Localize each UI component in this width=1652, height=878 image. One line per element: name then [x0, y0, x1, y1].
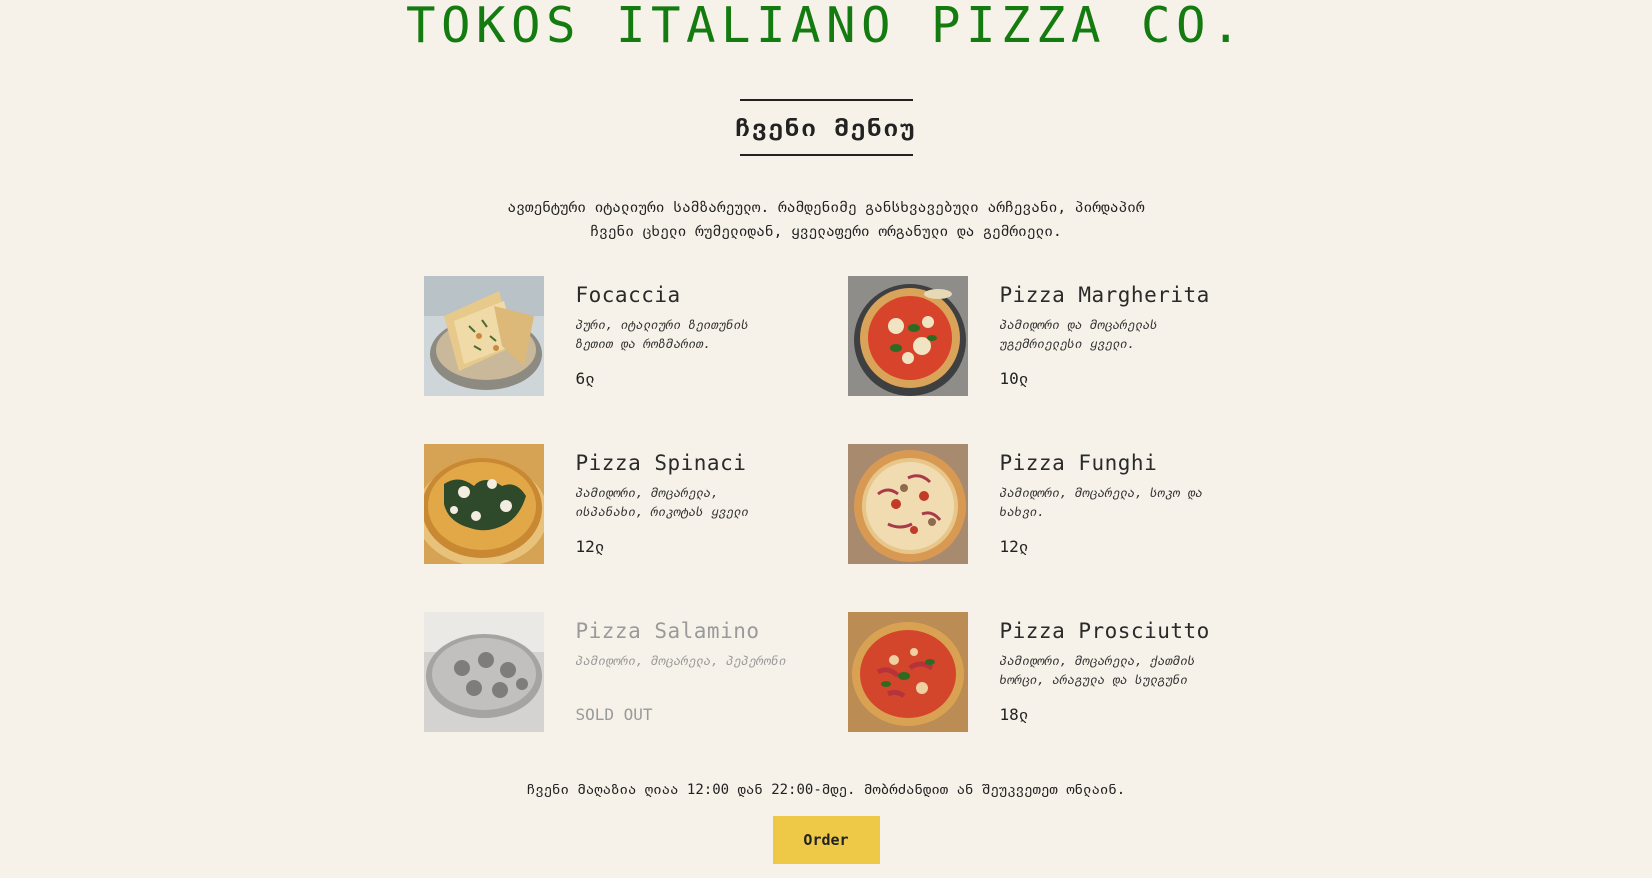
menu-item-body: Pizza Salamino პამიდორი, მოცარელა, პეპერ… [576, 612, 791, 724]
menu-item-salamino: Pizza Salamino პამიდორი, მოცარელა, პეპერ… [423, 612, 848, 732]
item-name: Pizza Funghi [999, 451, 1158, 475]
item-name: Pizza Salamino [575, 619, 760, 643]
item-description: პამიდორი, მოცარელა, ისპანახი, რიკოტას ყვ… [575, 485, 749, 519]
spinaci-photo [423, 444, 544, 564]
item-price: 12ლ [575, 537, 605, 556]
menu-heading: ჩვენი მენიუ [736, 99, 914, 156]
item-name: Pizza Prosciutto [999, 619, 1210, 643]
site-title: TOKOS ITALIANO PIZZA CO. [406, 0, 1247, 54]
item-description: პამიდორი და მოცარელას უგემრიელესი ყველი. [999, 317, 1158, 351]
menu-item-prosciutto: Pizza Prosciutto პამიდორი, მოცარელა, ქათ… [847, 612, 1229, 732]
site-header: TOKOS ITALIANO PIZZA CO. [406, 0, 1241, 56]
menu-intro: ავთენტური იტალიური სამზარეულო. რამდენიმე… [507, 200, 1145, 240]
item-name: Pizza Margherita [999, 283, 1210, 307]
item-description: პამიდორი, მოცარელა, სოკო და ხახვი. [999, 485, 1203, 519]
margherita-photo [847, 276, 968, 396]
item-price: 12ლ [999, 537, 1029, 556]
item-price: 6ლ [575, 369, 595, 388]
menu-item-body: Pizza Margherita პამიდორი და მოცარელას უ… [1000, 276, 1215, 388]
prosciutto-photo [847, 612, 968, 732]
item-name: Pizza Spinaci [575, 451, 747, 475]
menu-grid: Focaccia პური, იტალიური ზეითუნის ზეთით დ… [423, 276, 1229, 732]
menu-item-body: Focaccia პური, იტალიური ზეითუნის ზეთით დ… [576, 276, 791, 388]
item-description: პამიდორი, მოცარელა, ქათმის ხორცი, არაგულ… [999, 653, 1196, 687]
menu-item-body: Pizza Spinaci პამიდორი, მოცარელა, ისპანა… [576, 444, 791, 556]
funghi-photo [847, 444, 968, 564]
item-description: პური, იტალიური ზეითუნის ზეთით და როზმარი… [575, 317, 749, 351]
order-button[interactable]: Order [772, 816, 880, 864]
menu-item-funghi: Pizza Funghi პამიდორი, მოცარელა, სოკო და… [847, 444, 1229, 564]
salamino-photo [423, 612, 544, 732]
menu-item-body: Pizza Prosciutto პამიდორი, მოცარელა, ქათ… [1000, 612, 1215, 724]
item-name: Focaccia [575, 283, 681, 307]
item-price: 10ლ [999, 369, 1029, 388]
sold-out-label: SOLD OUT [575, 705, 653, 724]
menu-item-focaccia: Focaccia პური, იტალიური ზეითუნის ზეთით დ… [423, 276, 848, 396]
opening-hours: ჩვენი მაღაზია ღიაა 12:00 დან 22:00-მდე. … [526, 782, 1126, 798]
item-price: 18ლ [999, 705, 1029, 724]
item-description: პამიდორი, მოცარელა, პეპერონი [575, 653, 787, 668]
menu-item-spinaci: Pizza Spinaci პამიდორი, მოცარელა, ისპანა… [423, 444, 848, 564]
menu-item-body: Pizza Funghi პამიდორი, მოცარელა, სოკო და… [1000, 444, 1215, 556]
menu-page: TOKOS ITALIANO PIZZA CO. ჩვენი მენიუ ავთ… [0, 0, 1652, 878]
focaccia-photo [423, 276, 544, 396]
menu-item-margherita: Pizza Margherita პამიდორი და მოცარელას უ… [847, 276, 1229, 396]
